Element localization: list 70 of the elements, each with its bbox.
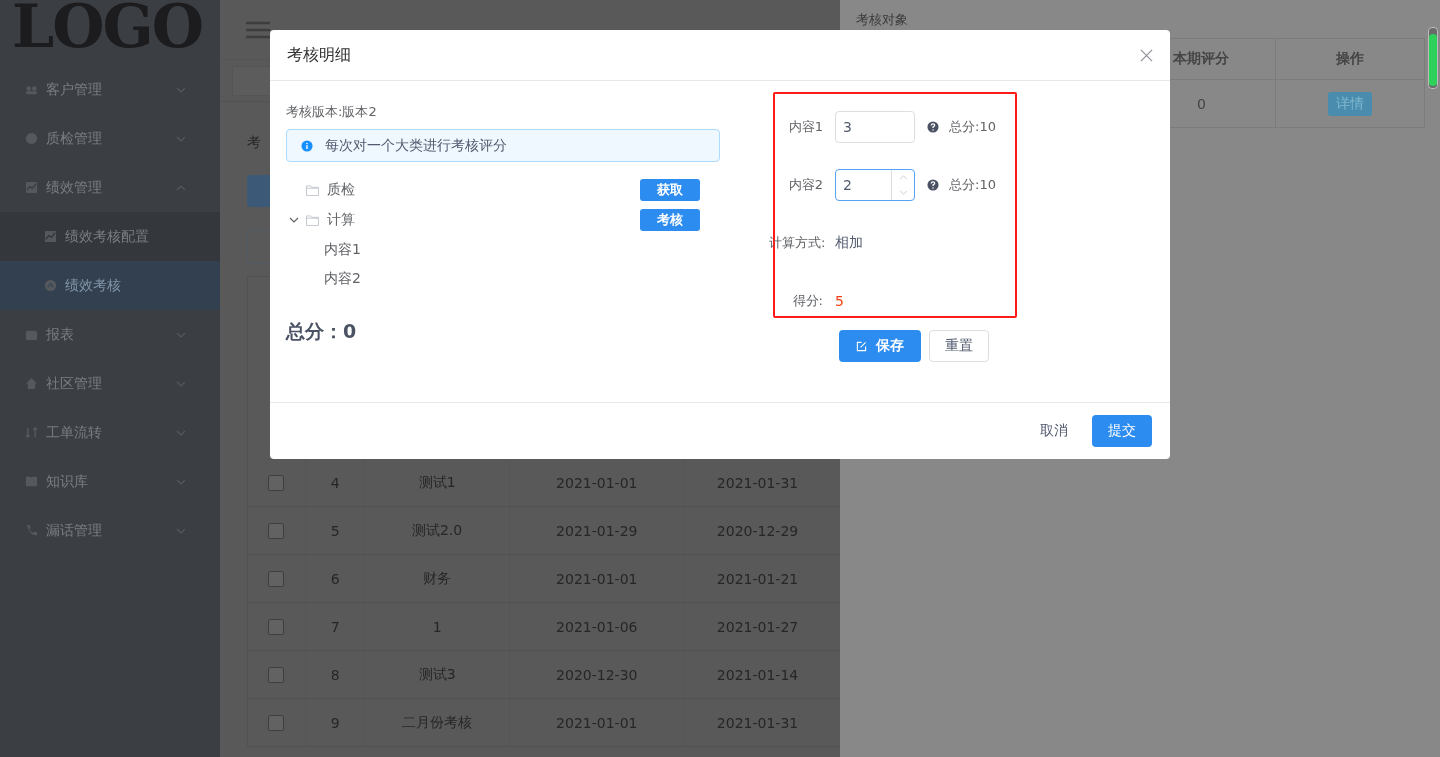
row-checkbox[interactable]	[268, 666, 285, 683]
alert-text: 每次对一个大类进行考核评分	[325, 136, 507, 155]
people-icon	[25, 83, 38, 96]
box-icon	[25, 328, 38, 341]
column-header: 操作	[1275, 39, 1424, 79]
row-checkbox[interactable]	[268, 474, 285, 491]
submit-button[interactable]: 提交	[1092, 415, 1152, 447]
version-label: 考核版本:版本2	[286, 103, 378, 121]
max-score-text: 总分:10	[949, 118, 996, 136]
field-label: 内容2	[787, 176, 823, 194]
edit-icon	[856, 340, 867, 352]
home-icon	[25, 377, 38, 390]
menu-item[interactable]: 漏话管理	[0, 506, 220, 555]
total-score: 总分：0	[286, 319, 358, 344]
max-score-text: 总分:10	[949, 176, 996, 194]
number-field[interactable]: 2	[835, 169, 915, 201]
decrement-icon[interactable]	[898, 190, 908, 195]
help-icon[interactable]	[927, 179, 939, 191]
menu-item[interactable]: 工单流转	[0, 408, 220, 457]
field-label: 得分:	[791, 292, 823, 310]
field-value: 相加	[835, 234, 863, 252]
swap-icon	[25, 426, 38, 439]
tree-node-label[interactable]: 内容1	[286, 235, 720, 264]
chevron-down-icon	[176, 380, 186, 387]
scrollbar[interactable]	[1428, 27, 1438, 89]
chevron-down-icon	[176, 478, 186, 485]
save-button[interactable]: 保存	[839, 330, 921, 362]
row-checkbox[interactable]	[268, 522, 285, 539]
tree-action-button[interactable]: 考核	[640, 209, 700, 231]
increment-icon[interactable]	[898, 175, 908, 180]
tree-node-label[interactable]: 计算	[327, 211, 640, 229]
chevron-up-icon	[176, 184, 186, 191]
menu-icon[interactable]	[246, 20, 270, 39]
close-icon[interactable]	[1140, 48, 1153, 62]
number-field[interactable]: 3	[835, 111, 915, 143]
phone-icon	[25, 524, 38, 537]
menu-item[interactable]: 客户管理	[0, 65, 220, 114]
chevron-down-icon	[176, 527, 186, 534]
menu-item[interactable]: 绩效管理	[0, 163, 220, 212]
tree-node-label[interactable]: 质检	[327, 181, 640, 199]
submenu-item[interactable]: 绩效考核	[0, 261, 220, 310]
chart-icon	[25, 181, 38, 194]
drawer-title: 考核对象	[856, 11, 909, 29]
info-icon	[301, 139, 313, 152]
folder-icon	[306, 214, 319, 226]
chevron-down-icon	[176, 429, 186, 436]
row-checkbox[interactable]	[268, 714, 285, 731]
chevron-down-icon	[176, 86, 186, 93]
chevron-down-icon	[176, 331, 186, 338]
menu-item[interactable]: 知识库	[0, 457, 220, 506]
chart-icon	[44, 230, 57, 243]
menu-item[interactable]: 质检管理	[0, 114, 220, 163]
chevron-down-icon	[176, 135, 186, 142]
book-icon	[25, 475, 38, 488]
menu-item[interactable]: 社区管理	[0, 359, 220, 408]
field-label: 内容1	[787, 118, 823, 136]
caret-icon[interactable]	[289, 217, 299, 223]
submenu-item[interactable]: 绩效考核配置	[0, 212, 220, 261]
menu-item[interactable]: 报表	[0, 310, 220, 359]
dialog-title: 考核明细	[287, 44, 351, 66]
reset-button[interactable]: 重置	[929, 330, 989, 362]
row-checkbox[interactable]	[268, 618, 285, 635]
tree-action-button[interactable]: 获取	[640, 179, 700, 201]
row-checkbox[interactable]	[268, 570, 285, 587]
tree-node-label[interactable]: 内容2	[286, 264, 720, 293]
folder-icon	[306, 184, 319, 196]
score-value: 5	[835, 293, 844, 309]
gauge-icon	[44, 279, 57, 292]
cancel-button[interactable]: 取消	[1024, 415, 1084, 447]
help-icon[interactable]	[927, 121, 939, 133]
